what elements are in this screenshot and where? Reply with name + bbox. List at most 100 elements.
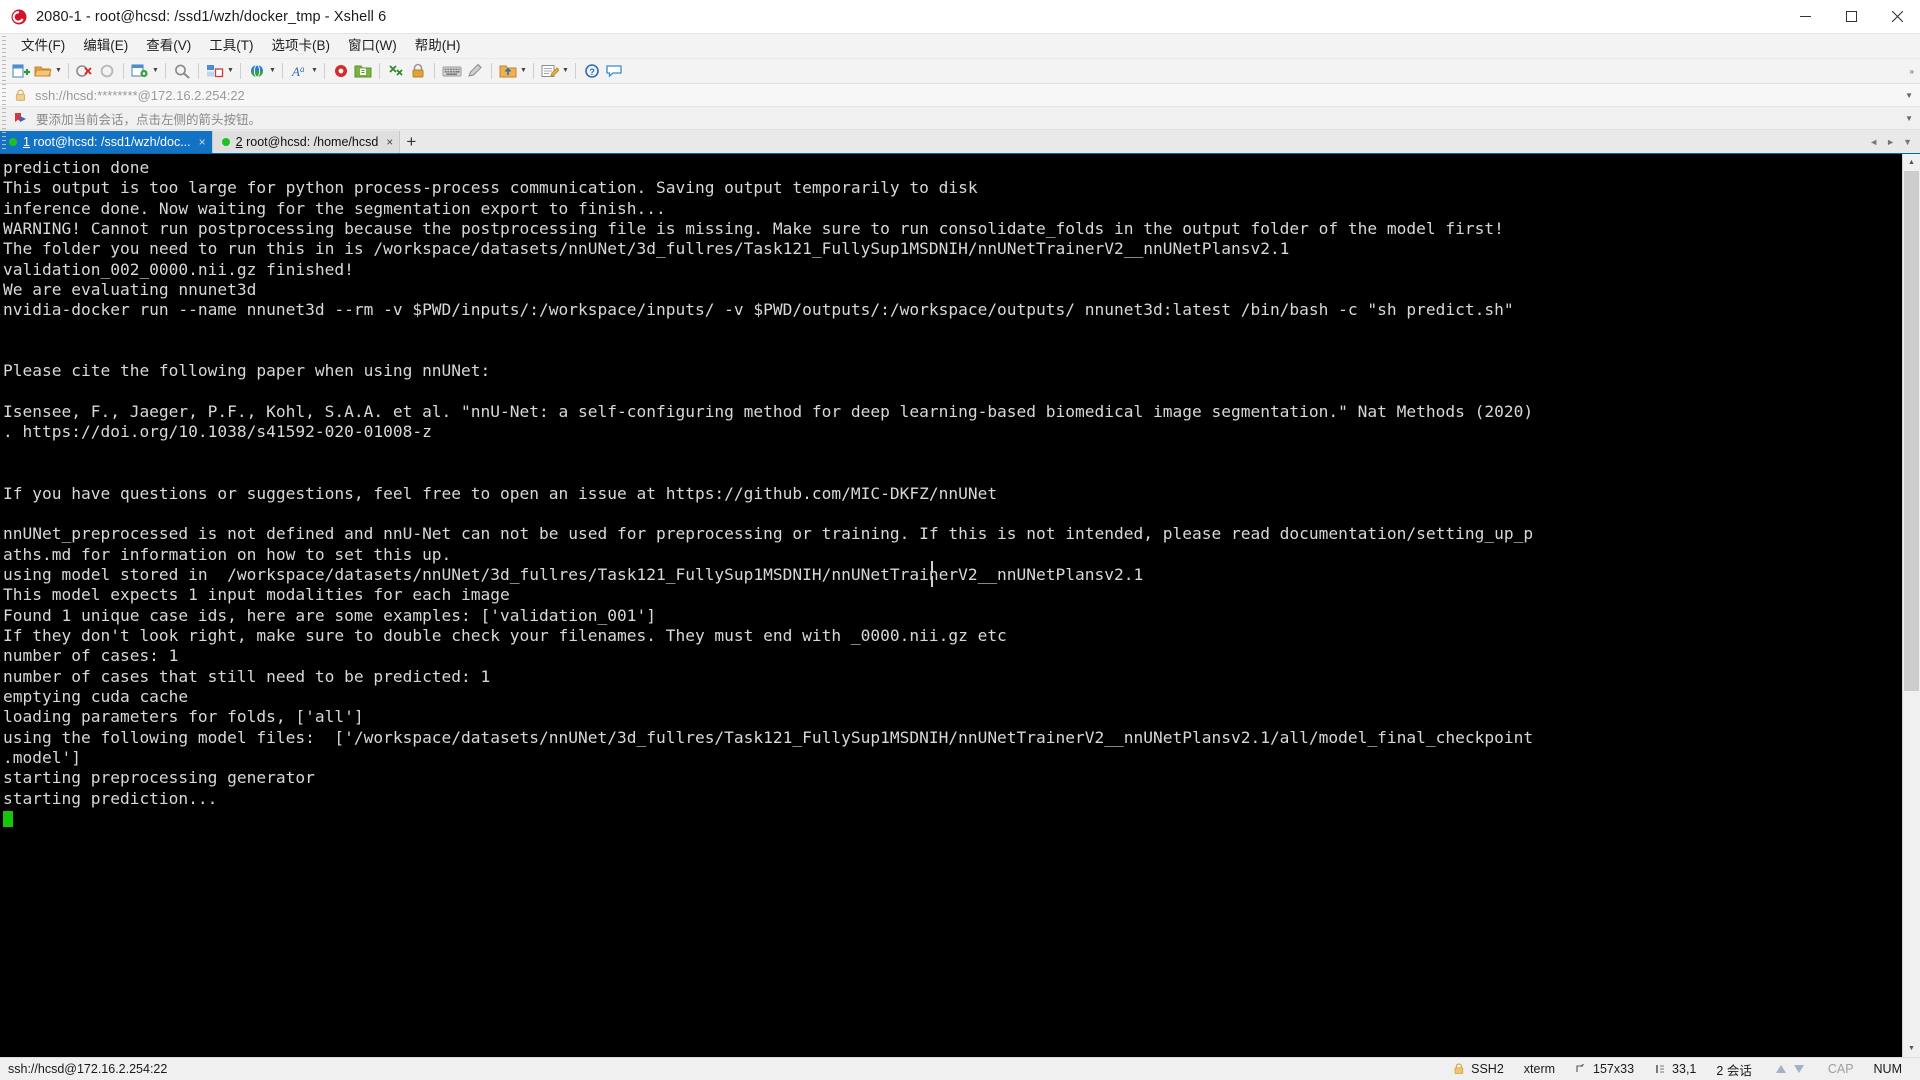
tab-index: 2 xyxy=(235,135,243,149)
terminal-output[interactable]: prediction done This output is too large … xyxy=(0,154,1902,1057)
svg-text:?: ? xyxy=(589,67,595,77)
new-tab-button[interactable]: + xyxy=(400,131,423,153)
notice-text: 要添加当前会话，点击左侧的箭头按钮。 xyxy=(36,112,262,127)
tab-scroll-right-icon[interactable]: ► xyxy=(1882,137,1899,147)
menu-edit[interactable]: 编辑(E) xyxy=(74,35,137,57)
terminal-line: . https://doi.org/10.1038/s41592-020-010… xyxy=(3,422,432,442)
keyboard-button[interactable] xyxy=(440,60,464,82)
web-transfer-caret-icon[interactable]: ▼ xyxy=(268,60,277,82)
toolbar-drag-handle[interactable] xyxy=(2,36,6,151)
menu-window[interactable]: 窗口(W) xyxy=(339,35,406,57)
find-button[interactable] xyxy=(171,60,193,82)
scrollbar-track[interactable] xyxy=(1903,171,1920,1040)
font-button[interactable]: A a xyxy=(288,60,310,82)
toolbar-separator xyxy=(165,63,166,79)
tab-list-menu-icon[interactable]: ▼ xyxy=(1899,137,1916,147)
tab-close-icon[interactable]: × xyxy=(386,136,393,148)
reconnect-button[interactable] xyxy=(96,60,118,82)
toolbar-separator xyxy=(240,63,241,79)
terminal-line: If you have questions or suggestions, fe… xyxy=(3,483,998,503)
toolbar-separator xyxy=(324,63,325,79)
web-transfer-button[interactable] xyxy=(246,60,268,82)
menu-help[interactable]: 帮助(H) xyxy=(406,35,470,57)
terminal-line: nvidia-docker run --name nnunet3d --rm -… xyxy=(3,300,1514,320)
help-button[interactable]: ? xyxy=(581,60,603,82)
chevron-down-icon[interactable]: ▼ xyxy=(1905,91,1913,100)
bookmark-arrow-icon xyxy=(14,112,28,125)
window-title: 2080-1 - root@hcsd: /ssd1/wzh/docker_tmp… xyxy=(36,8,387,25)
lock-button[interactable] xyxy=(407,60,429,82)
status-connection: ssh://hcsd@172.16.2.254:22 xyxy=(8,1062,168,1076)
tab-close-icon[interactable]: × xyxy=(199,136,206,148)
font-caret-icon[interactable]: ▼ xyxy=(310,60,319,82)
session-properties-caret-icon[interactable]: ▼ xyxy=(151,60,160,82)
menu-file[interactable]: 文件(F) xyxy=(12,35,74,57)
open-session-button[interactable] xyxy=(32,60,54,82)
close-button[interactable] xyxy=(1874,0,1920,33)
toolbar-separator xyxy=(68,63,69,79)
status-caps-lock: CAP xyxy=(1827,1062,1854,1076)
terminal-scrollbar[interactable]: ▲ ▼ xyxy=(1902,154,1920,1057)
status-protocol: SSH2 xyxy=(1471,1062,1504,1076)
menu-view[interactable]: 查看(V) xyxy=(137,35,200,57)
status-protocol-cell: SSH2 xyxy=(1443,1058,1514,1080)
status-right-group: SSH2 xterm 157x33 33,1 2 会话 CAP NUM xyxy=(1443,1058,1920,1080)
toolbar-separator xyxy=(282,63,283,79)
download-arrow-icon xyxy=(1793,1065,1804,1073)
transfer-caret-icon[interactable]: ▼ xyxy=(519,60,528,82)
compose-caret-icon[interactable]: ▼ xyxy=(561,60,570,82)
xshell-app-icon xyxy=(10,8,28,26)
record-button[interactable] xyxy=(330,60,352,82)
terminal-line: aths.md for information on how to set th… xyxy=(3,544,452,564)
terminal-line: If they don't look right, make sure to d… xyxy=(3,625,1007,645)
tab-session-2[interactable]: 2 root@hcsd: /home/hcsd × xyxy=(212,131,401,153)
terminal-line: nnUNet_preprocessed is not defined and n… xyxy=(3,524,1534,544)
menu-tools[interactable]: 工具(T) xyxy=(200,35,262,57)
tab-session-1[interactable]: 1 root@hcsd: /ssd1/wzh/doc... × xyxy=(0,131,213,153)
menu-tabs[interactable]: 选项卡(B) xyxy=(263,35,340,57)
terminal-line: using the following model files: ['/work… xyxy=(3,727,1534,747)
tab-scroll-left-icon[interactable]: ◄ xyxy=(1865,137,1882,147)
minimize-button[interactable] xyxy=(1782,0,1828,33)
terminal-line: validation_002_0000.nii.gz finished! xyxy=(3,259,354,279)
address-bar[interactable]: ssh://hcsd:********@172.16.2.254:22 ▼ xyxy=(0,84,1920,107)
toolbar-separator xyxy=(533,63,534,79)
layout-caret-icon[interactable]: ▼ xyxy=(226,60,235,82)
scroll-up-arrow-icon[interactable]: ▲ xyxy=(1903,154,1920,171)
svg-text:a: a xyxy=(300,64,305,74)
notice-chevron-down-icon[interactable]: ▼ xyxy=(1905,114,1913,123)
open-session-caret-icon[interactable]: ▼ xyxy=(54,60,63,82)
compose-button[interactable] xyxy=(539,60,561,82)
terminal-line: starting prediction... xyxy=(3,788,218,808)
status-cursor-position: 33,1 xyxy=(1672,1062,1697,1076)
sync-button[interactable] xyxy=(385,60,407,82)
terminal-line: starting preprocessing generator xyxy=(3,768,315,788)
terminal-cursor-line xyxy=(3,809,1902,829)
transfer-button[interactable] xyxy=(497,60,519,82)
log-folder-button[interactable] xyxy=(352,60,374,82)
chat-button[interactable] xyxy=(603,60,625,82)
scroll-down-arrow-icon[interactable]: ▼ xyxy=(1903,1040,1920,1057)
maximize-button[interactable] xyxy=(1828,0,1874,33)
lock-icon xyxy=(14,89,27,102)
status-size: 157x33 xyxy=(1593,1062,1635,1076)
cursor-position-icon xyxy=(1654,1063,1666,1075)
status-sessions: 2 会话 xyxy=(1716,1063,1752,1078)
toolbar-separator xyxy=(198,63,199,79)
toolbar-overflow-button[interactable]: » xyxy=(1910,67,1914,76)
highlight-pen-button[interactable] xyxy=(464,60,486,82)
terminal-cursor xyxy=(3,811,13,827)
scrollbar-thumb[interactable] xyxy=(1904,171,1919,691)
status-transfer-indicators xyxy=(1762,1058,1818,1080)
disconnect-button[interactable] xyxy=(74,60,96,82)
status-num-lock: NUM xyxy=(1873,1062,1902,1076)
new-session-button[interactable] xyxy=(10,60,32,82)
tab-bar: 1 root@hcsd: /ssd1/wzh/doc... × 2 root@h… xyxy=(0,130,1920,154)
tab-index: 1 xyxy=(23,135,30,149)
tab-navigation: ◄ ► ▼ xyxy=(1865,131,1920,153)
notice-bar: 要添加当前会话，点击左侧的箭头按钮。 ▼ xyxy=(0,107,1920,130)
layout-button[interactable] xyxy=(204,60,226,82)
session-properties-button[interactable] xyxy=(129,60,151,82)
